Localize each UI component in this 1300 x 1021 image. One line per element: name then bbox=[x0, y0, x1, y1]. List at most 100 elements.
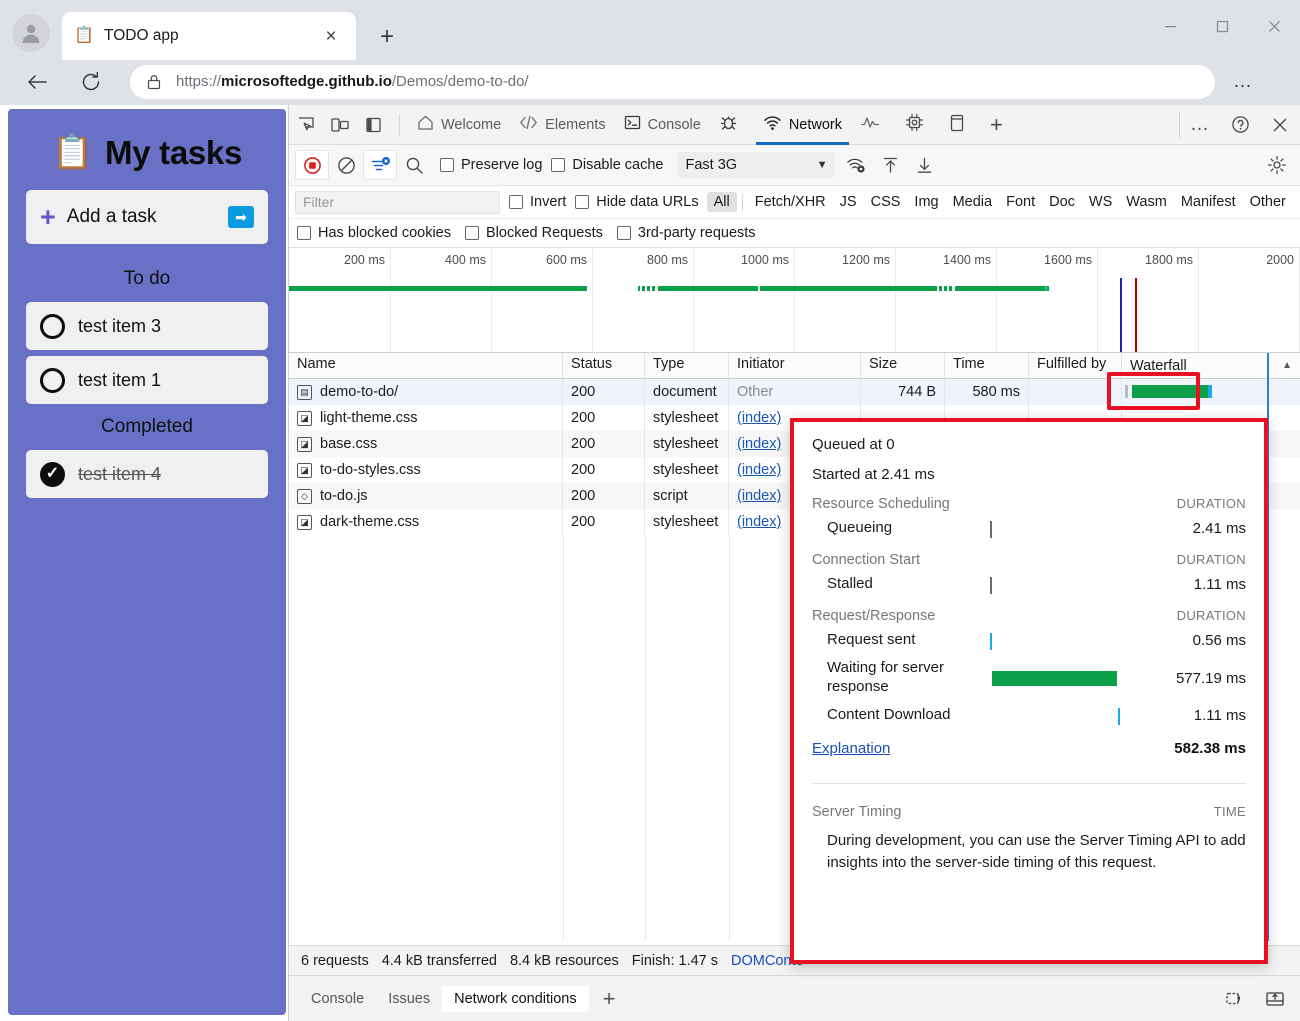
filter-type-fetch-xhr[interactable]: Fetch/XHR bbox=[748, 192, 833, 212]
column-header-fulfilled-by[interactable]: Fulfilled by bbox=[1029, 353, 1122, 378]
blocked-requests-checkbox[interactable]: Blocked Requests bbox=[465, 225, 603, 241]
new-tab-button[interactable]: + bbox=[372, 22, 402, 52]
server-timing-note: During development, you can use the Serv… bbox=[812, 830, 1246, 874]
column-header-name[interactable]: Name bbox=[289, 353, 563, 378]
performance-icon bbox=[860, 114, 880, 135]
browser-tab[interactable]: 📋 TODO app × bbox=[62, 12, 356, 60]
search-icon[interactable] bbox=[397, 150, 431, 180]
filter-type-font[interactable]: Font bbox=[999, 192, 1042, 212]
list-item[interactable]: test item 4 bbox=[26, 450, 268, 498]
dock-drawer-icon[interactable] bbox=[1260, 984, 1290, 1014]
record-stop-icon[interactable] bbox=[295, 150, 329, 180]
filter-type-ws[interactable]: WS bbox=[1082, 192, 1119, 212]
tab-debugger[interactable] bbox=[710, 105, 754, 145]
filter-type-img[interactable]: Img bbox=[907, 192, 945, 212]
column-header-time[interactable]: Time bbox=[945, 353, 1029, 378]
column-header-waterfall[interactable]: Waterfall ▲ bbox=[1122, 353, 1300, 378]
reload-icon[interactable] bbox=[70, 61, 112, 103]
tab-performance[interactable] bbox=[851, 105, 896, 145]
tab-console[interactable]: Console bbox=[615, 105, 710, 145]
task-checkbox-icon[interactable] bbox=[40, 368, 65, 393]
throttling-select[interactable]: Fast 3G ▼ bbox=[677, 152, 835, 178]
column-header-size[interactable]: Size bbox=[861, 353, 945, 378]
filter-type-media[interactable]: Media bbox=[946, 192, 1000, 212]
explanation-link[interactable]: Explanation bbox=[812, 740, 890, 757]
filter-type-all[interactable]: All bbox=[707, 192, 737, 212]
column-header-initiator[interactable]: Initiator bbox=[729, 353, 861, 378]
hide-data-urls-checkbox[interactable]: Hide data URLs bbox=[575, 194, 698, 210]
cell-name: ◇ to-do.js bbox=[289, 483, 563, 509]
filter-input[interactable]: Filter bbox=[295, 191, 500, 214]
column-header-status[interactable]: Status bbox=[563, 353, 645, 378]
add-task-row[interactable]: + Add a task ➡ bbox=[26, 190, 268, 244]
tab-memory[interactable] bbox=[896, 105, 940, 145]
cell-waterfall[interactable] bbox=[1122, 379, 1300, 405]
minimize-icon[interactable] bbox=[1144, 0, 1196, 52]
request-name: dark-theme.css bbox=[320, 514, 419, 530]
filter-type-wasm[interactable]: Wasm bbox=[1119, 192, 1174, 212]
filter-type-manifest[interactable]: Manifest bbox=[1174, 192, 1243, 212]
more-options-icon[interactable]: … bbox=[1180, 112, 1220, 138]
dock-side-icon[interactable] bbox=[357, 105, 391, 145]
filter-type-other[interactable]: Other bbox=[1243, 192, 1293, 212]
add-panel-button[interactable]: + bbox=[981, 105, 1012, 145]
filter-type-css[interactable]: CSS bbox=[864, 192, 908, 212]
tab-welcome[interactable]: Welcome bbox=[408, 105, 510, 145]
wifi-settings-icon[interactable] bbox=[839, 150, 873, 180]
address-bar[interactable]: https://microsoftedge.github.io/Demos/de… bbox=[130, 65, 1215, 99]
gear-icon[interactable] bbox=[1260, 150, 1294, 180]
drawer-tab-issues[interactable]: Issues bbox=[376, 986, 442, 1012]
list-item[interactable]: test item 1 bbox=[26, 356, 268, 404]
clear-console-icon[interactable] bbox=[1220, 984, 1250, 1014]
filter-type-js[interactable]: JS bbox=[833, 192, 864, 212]
filter-icon[interactable] bbox=[363, 150, 397, 180]
browser-more-icon[interactable]: … bbox=[1225, 71, 1261, 93]
drawer-tab-network-conditions[interactable]: Network conditions bbox=[442, 986, 589, 1012]
invert-checkbox[interactable]: Invert bbox=[509, 194, 566, 210]
tab-application[interactable] bbox=[940, 105, 981, 145]
timing-tick bbox=[990, 521, 992, 538]
filter-type-doc[interactable]: Doc bbox=[1042, 192, 1082, 212]
list-item[interactable]: test item 3 bbox=[26, 302, 268, 350]
todo-app-panel: 📋 My tasks + Add a task ➡ To do test ite… bbox=[8, 109, 286, 1015]
profile-avatar[interactable] bbox=[12, 14, 50, 52]
page-title: My tasks bbox=[105, 134, 242, 172]
todo-header: 📋 My tasks bbox=[26, 109, 268, 190]
maximize-icon[interactable] bbox=[1196, 0, 1248, 52]
task-checkbox-checked-icon[interactable] bbox=[40, 462, 65, 487]
cell-status: 200 bbox=[563, 379, 645, 405]
divider bbox=[812, 783, 1246, 784]
drawer-tab-console[interactable]: Console bbox=[299, 986, 376, 1012]
tab-elements[interactable]: Elements bbox=[510, 105, 614, 145]
url-path: /Demos/demo-to-do/ bbox=[392, 73, 529, 90]
device-toolbar-icon[interactable] bbox=[323, 105, 357, 145]
clear-icon[interactable] bbox=[329, 150, 363, 180]
blocked-requests-label: Blocked Requests bbox=[486, 225, 603, 241]
overview-tick-label: 400 ms bbox=[445, 253, 486, 267]
back-icon[interactable] bbox=[16, 61, 58, 103]
column-header-type[interactable]: Type bbox=[645, 353, 729, 378]
server-timing-section: Server Timing TIME bbox=[812, 804, 1246, 820]
tab-label: Console bbox=[648, 117, 701, 133]
add-task-input[interactable]: Add a task bbox=[67, 206, 228, 228]
help-icon[interactable] bbox=[1220, 112, 1260, 138]
inspect-element-icon[interactable] bbox=[289, 105, 323, 145]
task-checkbox-icon[interactable] bbox=[40, 314, 65, 339]
drawer-add-tab-button[interactable]: + bbox=[595, 986, 624, 1012]
table-row[interactable]: ▤ demo-to-do/ 200 document Other 744 B 5… bbox=[289, 379, 1300, 405]
import-har-icon[interactable] bbox=[873, 150, 907, 180]
third-party-requests-checkbox[interactable]: 3rd-party requests bbox=[617, 225, 756, 241]
close-devtools-icon[interactable] bbox=[1260, 112, 1300, 138]
tab-network[interactable]: Network bbox=[754, 105, 851, 145]
stylesheet-file-icon: ◪ bbox=[297, 437, 312, 452]
disable-cache-checkbox[interactable]: Disable cache bbox=[551, 157, 663, 173]
has-blocked-cookies-checkbox[interactable]: Has blocked cookies bbox=[297, 225, 451, 241]
export-har-icon[interactable] bbox=[907, 150, 941, 180]
network-overview-timeline[interactable]: 200 ms 400 ms 600 ms 800 ms 1000 ms 1200… bbox=[289, 248, 1300, 353]
invert-label: Invert bbox=[530, 194, 566, 210]
preserve-log-checkbox[interactable]: Preserve log bbox=[440, 157, 542, 173]
submit-task-icon[interactable]: ➡ bbox=[228, 206, 254, 228]
close-window-icon[interactable] bbox=[1248, 0, 1300, 52]
timing-bar-cell bbox=[987, 668, 1161, 688]
close-tab-icon[interactable]: × bbox=[318, 23, 344, 49]
